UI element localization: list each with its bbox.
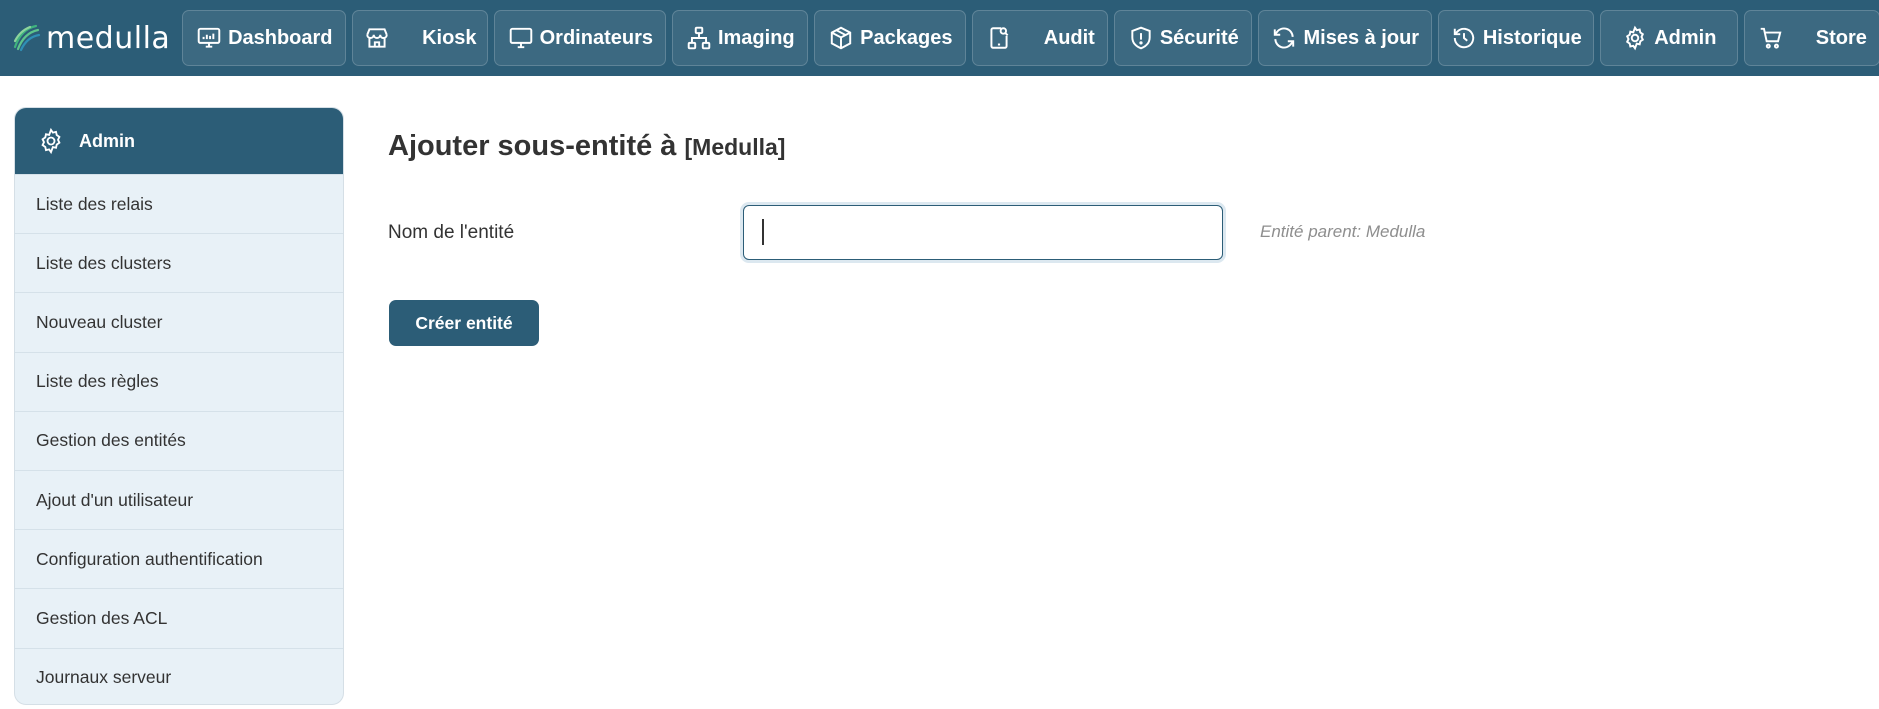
nav-audit[interactable]: Audit [972,10,1109,66]
sidebar-item-label: Gestion des entités [36,430,186,451]
package-icon [830,26,852,50]
parent-entity-name: [Medulla] [684,134,786,160]
nav-kiosk[interactable]: Kiosk [352,10,489,66]
nav-label: Packages [860,26,953,49]
gear-icon [41,127,61,155]
sidebar-item-label: Liste des relais [36,193,153,214]
nav-label: Ordinateurs [539,26,653,49]
sidebar-item-label: Liste des clusters [36,252,172,273]
nav-label: Admin [1654,26,1717,49]
sidebar-item-journaux-serveur[interactable]: Journaux serveur [15,647,343,705]
nav-mises-a-jour[interactable]: Mises à jour [1258,10,1433,66]
medulla-logo[interactable]: medulla [12,18,170,58]
page-title: Ajouter sous-entité à [Medulla] [388,130,785,163]
nav-store[interactable]: Store [1744,10,1879,66]
sidebar-item-liste-clusters[interactable]: Liste des clusters [15,233,343,292]
sidebar-item-label: Nouveau cluster [36,311,163,332]
nav-label: Mises à jour [1303,26,1420,49]
monitor-icon [509,27,532,49]
sidebar-item-gestion-acl[interactable]: Gestion des ACL [15,588,343,647]
sidebar-item-config-auth[interactable]: Configuration authentification [15,529,343,588]
sidebar-item-ajout-utilisateur[interactable]: Ajout d'un utilisateur [15,469,343,529]
nav-historique[interactable]: Historique [1438,10,1595,66]
page-title-text: Ajouter sous-entité à [388,130,677,162]
admin-sidebar: Admin Liste des relais Liste des cluster… [14,107,344,705]
nav-label: Historique [1482,26,1582,49]
sidebar-item-label: Ajout d'un utilisateur [36,489,194,510]
cart-icon [1760,27,1782,49]
nav-ordinateurs[interactable]: Ordinateurs [494,10,667,66]
store-icon [366,28,388,48]
sidebar-title: Admin [79,130,135,151]
text-caret [762,219,764,245]
app-name: medulla [46,20,171,56]
nav-label: Sécurité [1159,26,1239,49]
network-icon [687,26,711,50]
sidebar-item-label: Configuration authentification [36,548,263,569]
history-icon [1453,27,1475,49]
nav-label: Store [1815,26,1867,49]
nav-dashboard[interactable]: Dashboard [182,10,347,66]
nav-label: Dashboard [228,26,333,49]
sidebar-header: Admin [15,108,343,174]
sidebar-item-label: Liste des règles [36,371,159,392]
nav-securite[interactable]: Sécurité [1114,10,1253,66]
sidebar-item-label: Gestion des ACL [36,607,168,628]
sidebar-item-nouveau-cluster[interactable]: Nouveau cluster [15,292,343,351]
entity-name-input[interactable] [743,205,1223,260]
sidebar-item-gestion-entites[interactable]: Gestion des entités [15,410,343,470]
nav-imaging[interactable]: Imaging [672,10,809,66]
gear-icon [1626,25,1645,51]
shield-icon [1131,26,1151,50]
nav-packages[interactable]: Packages [814,10,967,66]
entity-name-label: Nom de l'entité [388,222,515,243]
parent-entity-hint: Entité parent: Medulla [1260,222,1426,241]
nav-label: Audit [1043,26,1095,49]
nav-admin[interactable]: Admin [1600,10,1739,66]
audit-icon [990,27,1009,49]
medulla-logo-icon [13,24,41,52]
sidebar-item-label: Journaux serveur [36,667,172,688]
sidebar-item-liste-relais[interactable]: Liste des relais [15,174,343,233]
create-entity-button[interactable]: Créer entité [389,300,539,346]
main-nav: Dashboard Kiosk Ordinateurs Imaging Pack… [182,10,1879,66]
refresh-icon [1274,27,1295,49]
sidebar-item-liste-regles[interactable]: Liste des règles [15,351,343,411]
dashboard-icon [197,27,221,48]
nav-label: Imaging [717,26,795,49]
top-navbar: medulla Dashboard Kiosk Ordinateurs Imag… [0,0,1879,76]
nav-label: Kiosk [422,26,477,49]
